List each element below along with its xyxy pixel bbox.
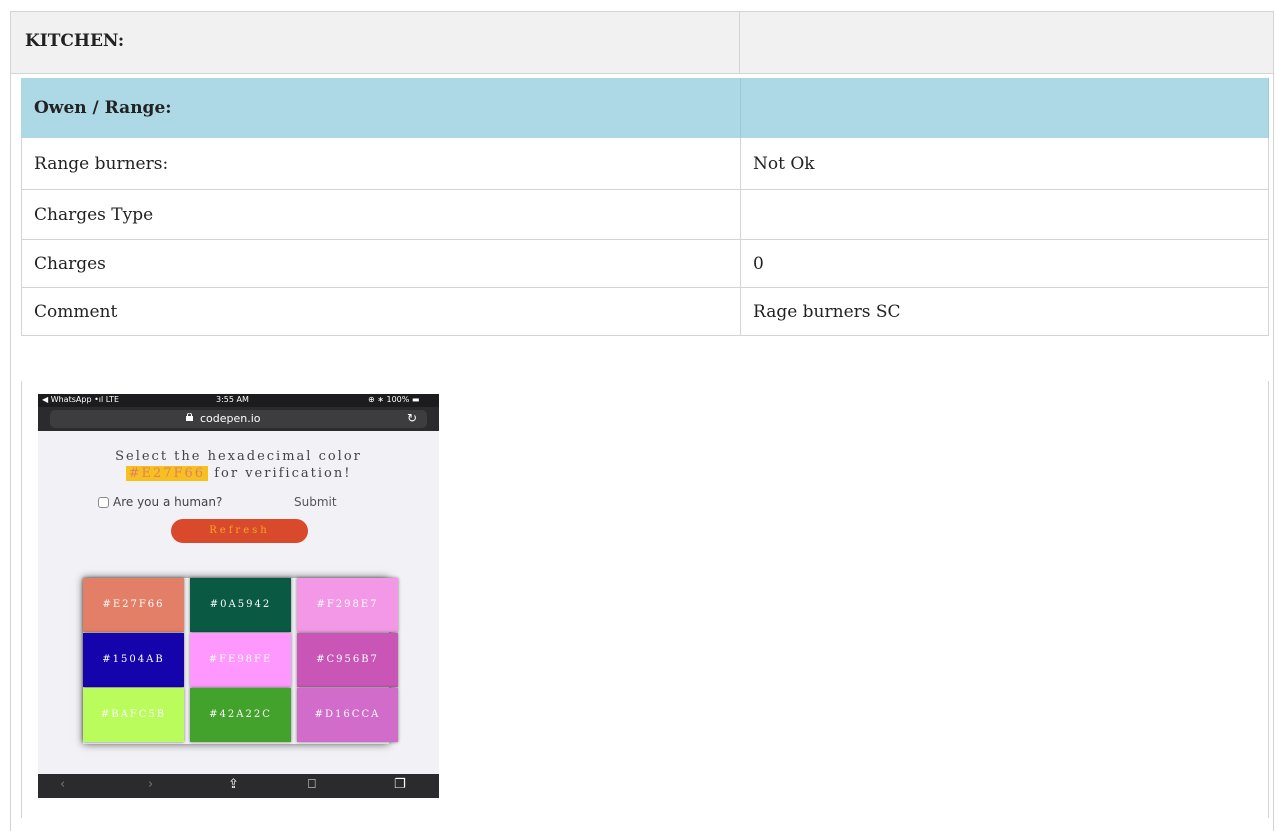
color-swatch[interactable]: #1504AB [83,633,184,687]
tabs-icon[interactable]: ❐ [394,777,406,792]
oven-range-table: Owen / Range: Range burners: Not Ok Char… [21,78,1269,336]
captcha-prompt-line2: #E27F66 for verification! [38,466,439,481]
color-swatch[interactable]: #42A22C [190,688,291,742]
status-battery: ⊕ ∗ 100% ▬ [368,395,420,404]
row-label-cell: Charges [21,240,741,287]
checkbox-label: Are you a human? [113,495,223,509]
share-icon[interactable]: ⇪ [228,777,239,792]
table-row: Charges Type [21,190,1269,240]
row-label: Charges Type [34,204,154,225]
url-pill: codepen.io ↻ [50,410,427,428]
color-swatch[interactable]: #F298E7 [297,578,398,632]
checkbox-box[interactable] [98,497,109,508]
row-value: 0 [753,253,764,274]
prompt-rest: for verification! [214,466,352,481]
color-swatch[interactable]: #0A5942 [190,578,291,632]
target-hex: #E27F66 [125,466,209,481]
back-icon[interactable]: ‹ [60,777,65,792]
table-row: Charges 0 [21,240,1269,288]
color-swatch-grid: #E27F66 #0A5942 #F298E7 #1504AB #FE98FE … [83,578,398,744]
row-value-cell [741,190,1269,239]
row-label: Charges [34,253,106,274]
row-label-cell: Charges Type [21,190,741,239]
submit-link[interactable]: Submit [294,495,337,509]
oven-range-title: Owen / Range: [34,98,172,118]
refresh-button[interactable]: Refresh [171,519,308,543]
row-value-cell: 0 [741,240,1269,287]
row-value-cell: Rage burners SC [741,288,1269,335]
kitchen-header-row: KITCHEN: [11,12,1273,74]
color-swatch[interactable]: #FE98FE [190,633,291,687]
color-swatch[interactable]: #D16CCA [297,688,398,742]
row-value-cell: Not Ok [741,138,1269,189]
lock-icon [186,413,193,421]
table-row: Range burners: Not Ok [21,138,1269,190]
browser-url-bar: codepen.io ↻ [38,407,439,431]
oven-range-header-right-cell [741,78,1269,138]
attached-screenshot[interactable]: ◀ WhatsApp •ıl LTE 3:55 AM ⊕ ∗ 100% ▬ co… [38,394,439,798]
table-row: Comment Rage burners SC [21,288,1269,336]
kitchen-header-cell: KITCHEN: [11,12,740,73]
phone-status-bar: ◀ WhatsApp •ıl LTE 3:55 AM ⊕ ∗ 100% ▬ [38,394,439,407]
forward-icon[interactable]: › [148,777,153,792]
human-checkbox[interactable]: Are you a human? [98,495,222,509]
row-value: Rage burners SC [753,301,901,322]
row-label-cell: Comment [21,288,741,335]
color-swatch[interactable]: #BAFC5B [83,688,184,742]
row-label: Comment [34,301,118,322]
status-app: ◀ WhatsApp •ıl LTE [42,395,120,404]
kitchen-title: KITCHEN: [25,31,125,51]
oven-range-header-row: Owen / Range: [21,78,1269,138]
color-swatch[interactable]: #C956B7 [297,633,398,687]
bookmarks-icon[interactable]: ⎕ [308,777,316,792]
color-swatch[interactable]: #E27F66 [83,578,184,632]
row-label: Range burners: [34,153,169,174]
reload-icon: ↻ [406,411,417,425]
captcha-prompt-line1: Select the hexadecimal color [115,449,362,464]
row-label-cell: Range burners: [21,138,741,189]
browser-toolbar: ‹ › ⇪ ⎕ ❐ [38,774,439,798]
status-time: 3:55 AM [216,395,249,404]
row-value: Not Ok [753,153,815,174]
url-text: codepen.io [200,412,261,425]
oven-range-header-cell: Owen / Range: [21,78,741,138]
